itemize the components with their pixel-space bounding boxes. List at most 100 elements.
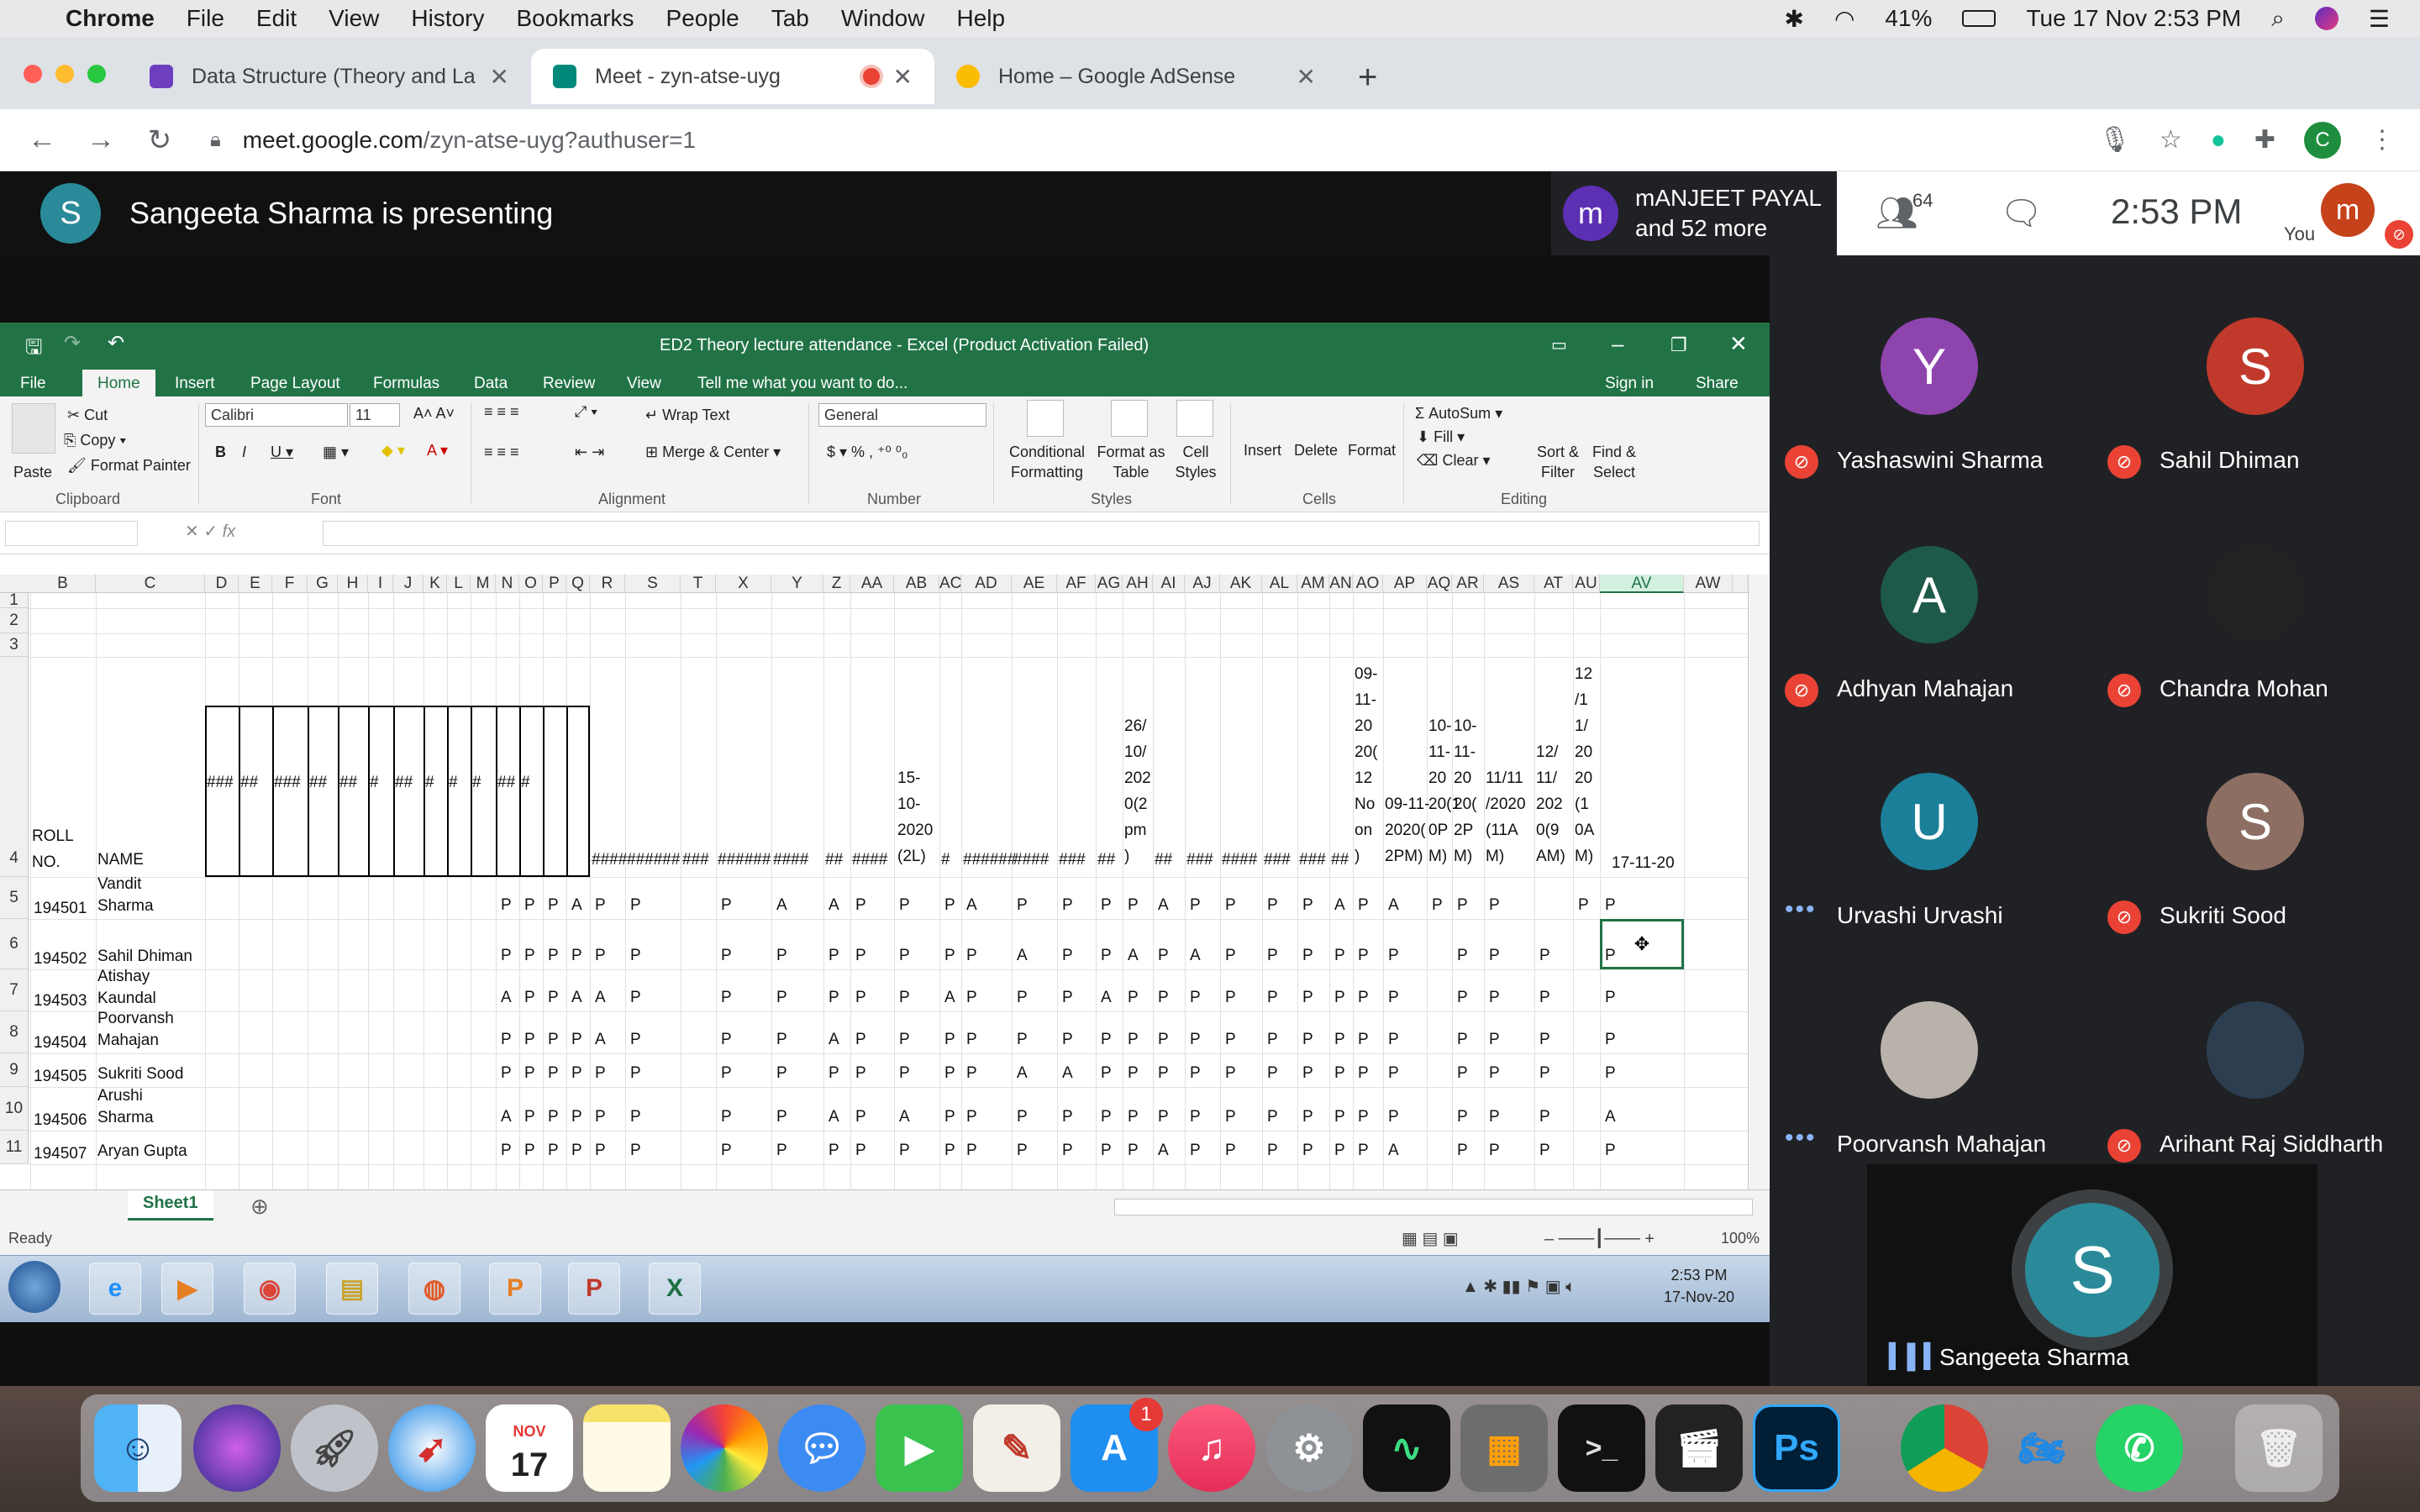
italic-button[interactable]: I <box>242 444 246 461</box>
attendance-mark[interactable]: A <box>1605 1107 1616 1127</box>
column-header[interactable]: I <box>368 575 393 593</box>
share-button[interactable]: Share <box>1696 375 1739 393</box>
menu-file[interactable]: File <box>187 5 224 32</box>
attendance-mark[interactable]: P <box>524 1107 535 1127</box>
attendance-mark[interactable]: P <box>1358 895 1369 916</box>
attendance-mark[interactable]: P <box>829 1063 839 1084</box>
conditional-formatting-icon[interactable] <box>1027 400 1064 437</box>
attendance-mark[interactable]: A <box>1190 946 1201 966</box>
attendance-mark[interactable]: P <box>1388 988 1399 1008</box>
attendance-mark[interactable]: A <box>829 895 839 916</box>
attendance-mark[interactable]: P <box>776 946 787 966</box>
internet-explorer-icon[interactable]: e <box>89 1263 141 1315</box>
system-preferences-icon[interactable]: ⚙ <box>1265 1404 1353 1492</box>
attendance-mark[interactable]: P <box>1101 1063 1112 1084</box>
chrome-menu-icon[interactable]: ⋮ <box>2370 125 2395 155</box>
cell-styles-button[interactable]: Cell Styles <box>1166 442 1225 482</box>
attendance-mark[interactable]: P <box>944 1063 955 1084</box>
attendance-mark[interactable]: P <box>855 1063 866 1084</box>
control-center-icon[interactable]: ☰ <box>2369 5 2390 33</box>
attendance-mark[interactable]: P <box>721 1063 732 1084</box>
save-icon[interactable]: 🖫︎ <box>25 333 42 367</box>
attendance-mark[interactable]: P <box>501 1063 512 1084</box>
format-as-table-button[interactable]: Format as Table <box>1096 442 1166 482</box>
attendance-mark[interactable]: P <box>899 1063 910 1084</box>
row-header[interactable]: 3 <box>0 633 29 657</box>
attendance-mark[interactable]: P <box>1267 1141 1278 1161</box>
font-name-box[interactable]: Calibri <box>205 403 348 427</box>
row-header[interactable]: 6 <box>0 919 29 969</box>
attendance-mark[interactable]: P <box>1489 1141 1500 1161</box>
tab-data-structure[interactable]: Data Structure (Theory and Lab) ✕ <box>128 49 531 104</box>
attendance-mark[interactable]: P <box>1101 1030 1112 1050</box>
attendance-mark[interactable]: P <box>1128 1107 1139 1127</box>
close-window-button[interactable] <box>24 65 42 83</box>
messages-icon[interactable]: 💬︎ <box>778 1404 865 1492</box>
ribbon-tab-review[interactable]: Review <box>543 375 595 393</box>
tab-adsense[interactable]: Home – Google AdSense ✕ <box>934 49 1338 104</box>
attendance-mark[interactable]: P <box>1457 895 1468 916</box>
attendance-mark[interactable]: P <box>1302 1141 1313 1161</box>
attendance-mark[interactable]: P <box>1101 1107 1112 1127</box>
attendance-mark[interactable]: P <box>1225 1141 1236 1161</box>
attendance-mark[interactable]: P <box>548 988 559 1008</box>
column-header[interactable]: F <box>272 575 308 593</box>
attendance-mark[interactable]: P <box>1539 1030 1550 1050</box>
row-header[interactable]: 2 <box>0 608 29 633</box>
calendar-icon[interactable]: NOV 17 <box>486 1404 573 1492</box>
menu-people[interactable]: People <box>666 5 739 32</box>
row-header[interactable]: 1 <box>0 592 29 608</box>
undo-icon[interactable]: ↶ <box>108 331 124 355</box>
attendance-mark[interactable]: P <box>1388 946 1399 966</box>
attendance-mark[interactable]: P <box>899 895 910 916</box>
attendance-mark[interactable]: P <box>966 988 977 1008</box>
column-header[interactable]: AM <box>1297 575 1329 593</box>
column-header[interactable]: E <box>239 575 272 593</box>
battery-icon[interactable] <box>1962 10 1996 27</box>
column-header[interactable]: G <box>308 575 338 593</box>
attendance-mark[interactable]: P <box>501 895 512 916</box>
attendance-mark[interactable]: P <box>966 1107 977 1127</box>
windows-start-icon[interactable] <box>8 1261 60 1313</box>
ribbon-tab-data[interactable]: Data <box>474 375 508 393</box>
reload-icon[interactable]: ↻ <box>143 123 176 157</box>
attendance-mark[interactable]: P <box>548 1141 559 1161</box>
attendance-mark[interactable]: P <box>1302 946 1313 966</box>
attendance-mark[interactable]: P <box>630 1063 641 1084</box>
attendance-mark[interactable]: P <box>776 1063 787 1084</box>
zoom-slider[interactable]: – ───┃─── + <box>1544 1228 1655 1249</box>
insert-cells-button[interactable]: Insert <box>1244 442 1281 459</box>
attendance-mark[interactable]: A <box>829 1107 839 1127</box>
attendance-mark[interactable]: P <box>548 1063 559 1084</box>
attendance-mark[interactable]: P <box>1225 1107 1236 1127</box>
column-header[interactable]: AU <box>1573 575 1600 593</box>
attendance-mark[interactable]: P <box>524 895 535 916</box>
menu-edit[interactable]: Edit <box>256 5 297 32</box>
column-header[interactable]: AG <box>1096 575 1123 593</box>
attendance-mark[interactable]: P <box>1489 988 1500 1008</box>
column-header[interactable]: D <box>205 575 239 593</box>
attendance-mark[interactable]: P <box>1302 988 1313 1008</box>
column-header[interactable]: AD <box>961 575 1012 593</box>
photos-icon[interactable] <box>681 1404 768 1492</box>
attendance-mark[interactable]: P <box>1017 1030 1028 1050</box>
attendance-mark[interactable]: P <box>944 1107 955 1127</box>
attendance-mark[interactable]: P <box>1605 1030 1616 1050</box>
attendance-mark[interactable]: P <box>524 1141 535 1161</box>
menu-tab[interactable]: Tab <box>771 5 809 32</box>
battery-percent[interactable]: 41% <box>1885 5 1932 32</box>
column-header[interactable]: Q <box>566 575 590 593</box>
excel-restore-icon[interactable]: ❐ <box>1670 334 1687 356</box>
column-header[interactable]: B <box>30 575 96 593</box>
attendance-mark[interactable]: P <box>1225 895 1236 916</box>
column-header[interactable]: P <box>543 575 566 593</box>
bookmark-star-icon[interactable]: ☆ <box>2160 125 2182 155</box>
align-top-icon[interactable]: ≡ ≡ ≡ <box>484 403 519 421</box>
ribbon-tab-file[interactable]: File <box>20 375 46 393</box>
attendance-mark[interactable]: P <box>1267 946 1278 966</box>
worksheet-grid[interactable]: B C D E F G H I J K L M N O P Q R S T X Y Z AA AB AC AD AE AF AG AH AI… <box>0 575 1748 1189</box>
attendance-mark[interactable]: P <box>1062 1141 1073 1161</box>
attendance-mark[interactable]: P <box>1190 1107 1201 1127</box>
column-header[interactable]: AK <box>1220 575 1262 593</box>
attendance-mark[interactable]: P <box>1334 946 1345 966</box>
